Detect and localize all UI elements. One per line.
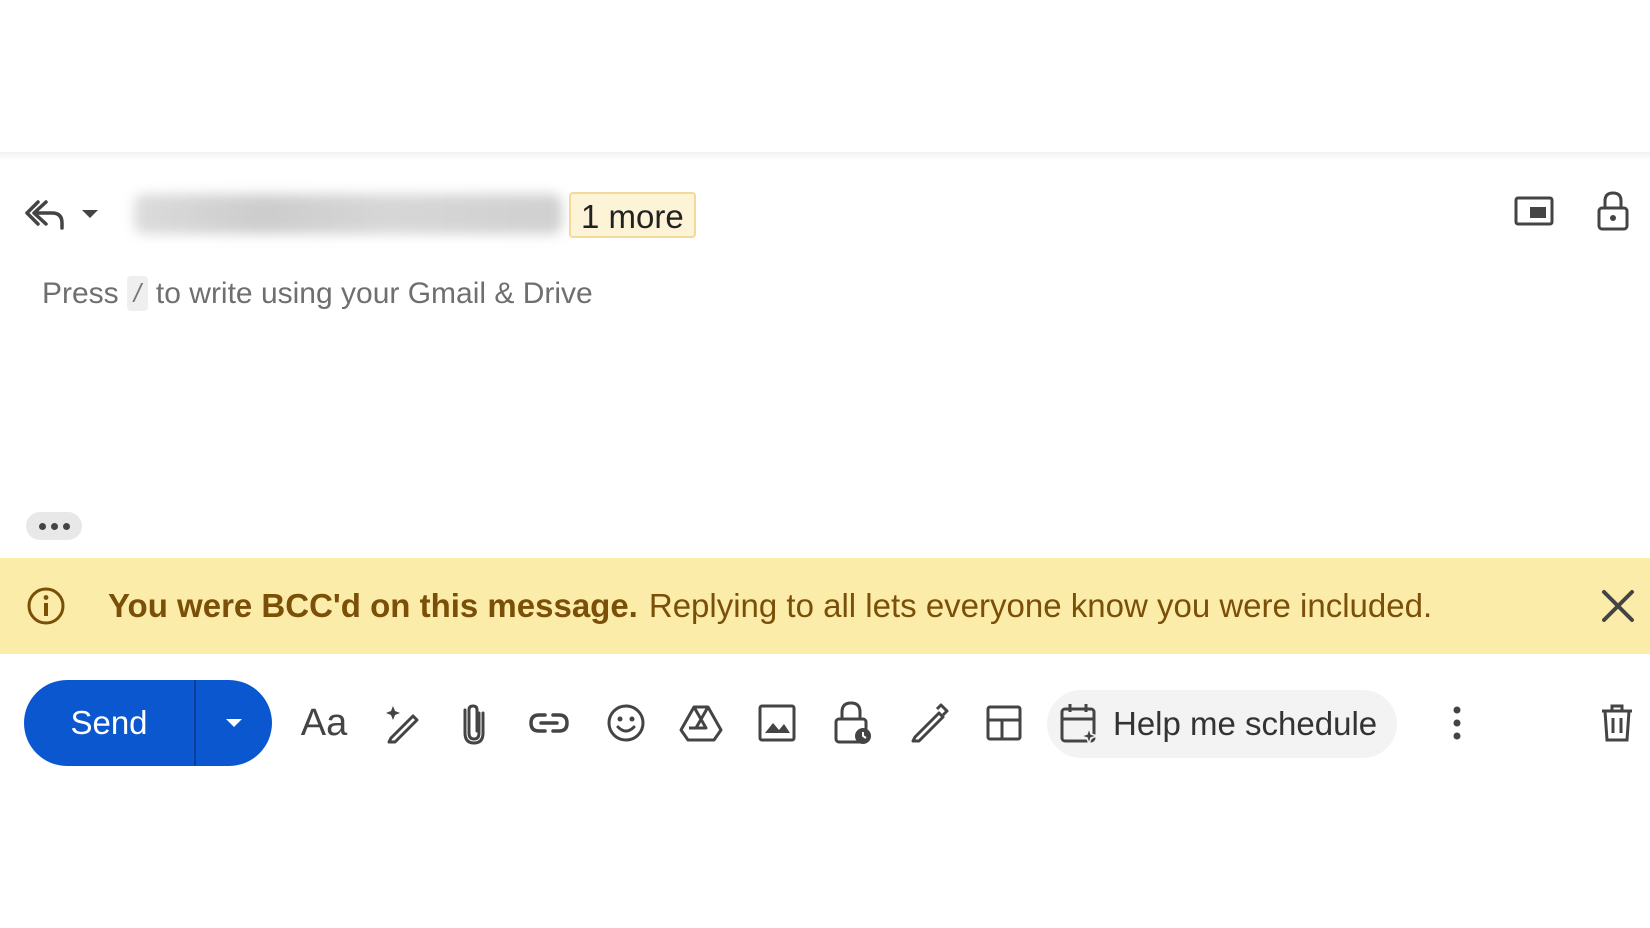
- placeholder-prefix: Press: [42, 276, 119, 310]
- popout-icon[interactable]: [1514, 196, 1554, 226]
- help-me-schedule-button[interactable]: Help me schedule: [1047, 690, 1398, 758]
- layout-icon: [985, 704, 1023, 742]
- reply-all-icon: [24, 196, 66, 232]
- insert-signature-button[interactable]: [903, 698, 955, 748]
- discard-draft-button[interactable]: [1591, 698, 1643, 748]
- bcc-notice-text: You were BCC'd on this message. Replying…: [108, 558, 1432, 654]
- info-icon: [26, 586, 66, 626]
- bcc-notice-message: Replying to all lets everyone know you w…: [648, 587, 1433, 624]
- attach-files-button[interactable]: [448, 698, 500, 748]
- send-button-group: Send: [24, 680, 272, 766]
- close-icon[interactable]: [1598, 586, 1638, 626]
- emoji-icon: [605, 702, 647, 744]
- confidential-icon: [833, 700, 873, 746]
- compose-card-edge: [0, 152, 1650, 160]
- insert-photo-button[interactable]: [751, 698, 803, 748]
- chevron-down-icon: [225, 718, 243, 728]
- header-actions: [1514, 190, 1630, 232]
- placeholder-suffix: to write using your Gmail & Drive: [155, 276, 593, 310]
- recipient-address-redacted: [134, 194, 562, 234]
- formatting-options-button[interactable]: Aa: [298, 698, 350, 748]
- more-recipients-chip[interactable]: 1 more: [569, 192, 696, 238]
- bcc-notice-banner: You were BCC'd on this message. Replying…: [0, 558, 1650, 654]
- show-trimmed-content-button[interactable]: [26, 512, 82, 540]
- help-me-schedule-label: Help me schedule: [1113, 705, 1378, 742]
- drive-icon: [679, 704, 723, 742]
- calendar-sparkle-icon: [1059, 702, 1101, 746]
- attach-icon: [459, 701, 489, 745]
- reply-type-selector[interactable]: [24, 196, 100, 232]
- formatting-icon: Aa: [300, 701, 348, 744]
- more-send-options-button[interactable]: [196, 680, 272, 766]
- link-icon: [527, 708, 571, 738]
- insert-drive-file-button[interactable]: [675, 698, 727, 748]
- insert-emoji-button[interactable]: [600, 698, 652, 748]
- confidential-mode-button[interactable]: [827, 698, 879, 748]
- insert-link-button[interactable]: [523, 698, 575, 748]
- chevron-down-icon[interactable]: [80, 208, 100, 220]
- compose-body-placeholder[interactable]: Press / to write using your Gmail & Driv…: [42, 276, 593, 311]
- more-vert-icon: [1452, 705, 1462, 741]
- bcc-notice-title: You were BCC'd on this message.: [108, 587, 638, 624]
- more-horiz-icon: [38, 522, 46, 530]
- trash-icon: [1600, 703, 1634, 743]
- help-me-write-button[interactable]: [376, 698, 428, 748]
- send-button[interactable]: Send: [24, 680, 194, 766]
- photo-icon: [757, 703, 797, 743]
- layouts-button[interactable]: [978, 698, 1030, 748]
- signature-icon: [909, 703, 949, 743]
- magic-write-icon: [381, 702, 423, 744]
- top-space: [0, 0, 1650, 152]
- slash-key-hint: /: [126, 276, 148, 311]
- more-options-button[interactable]: [1431, 698, 1483, 748]
- lock-icon[interactable]: [1596, 190, 1630, 232]
